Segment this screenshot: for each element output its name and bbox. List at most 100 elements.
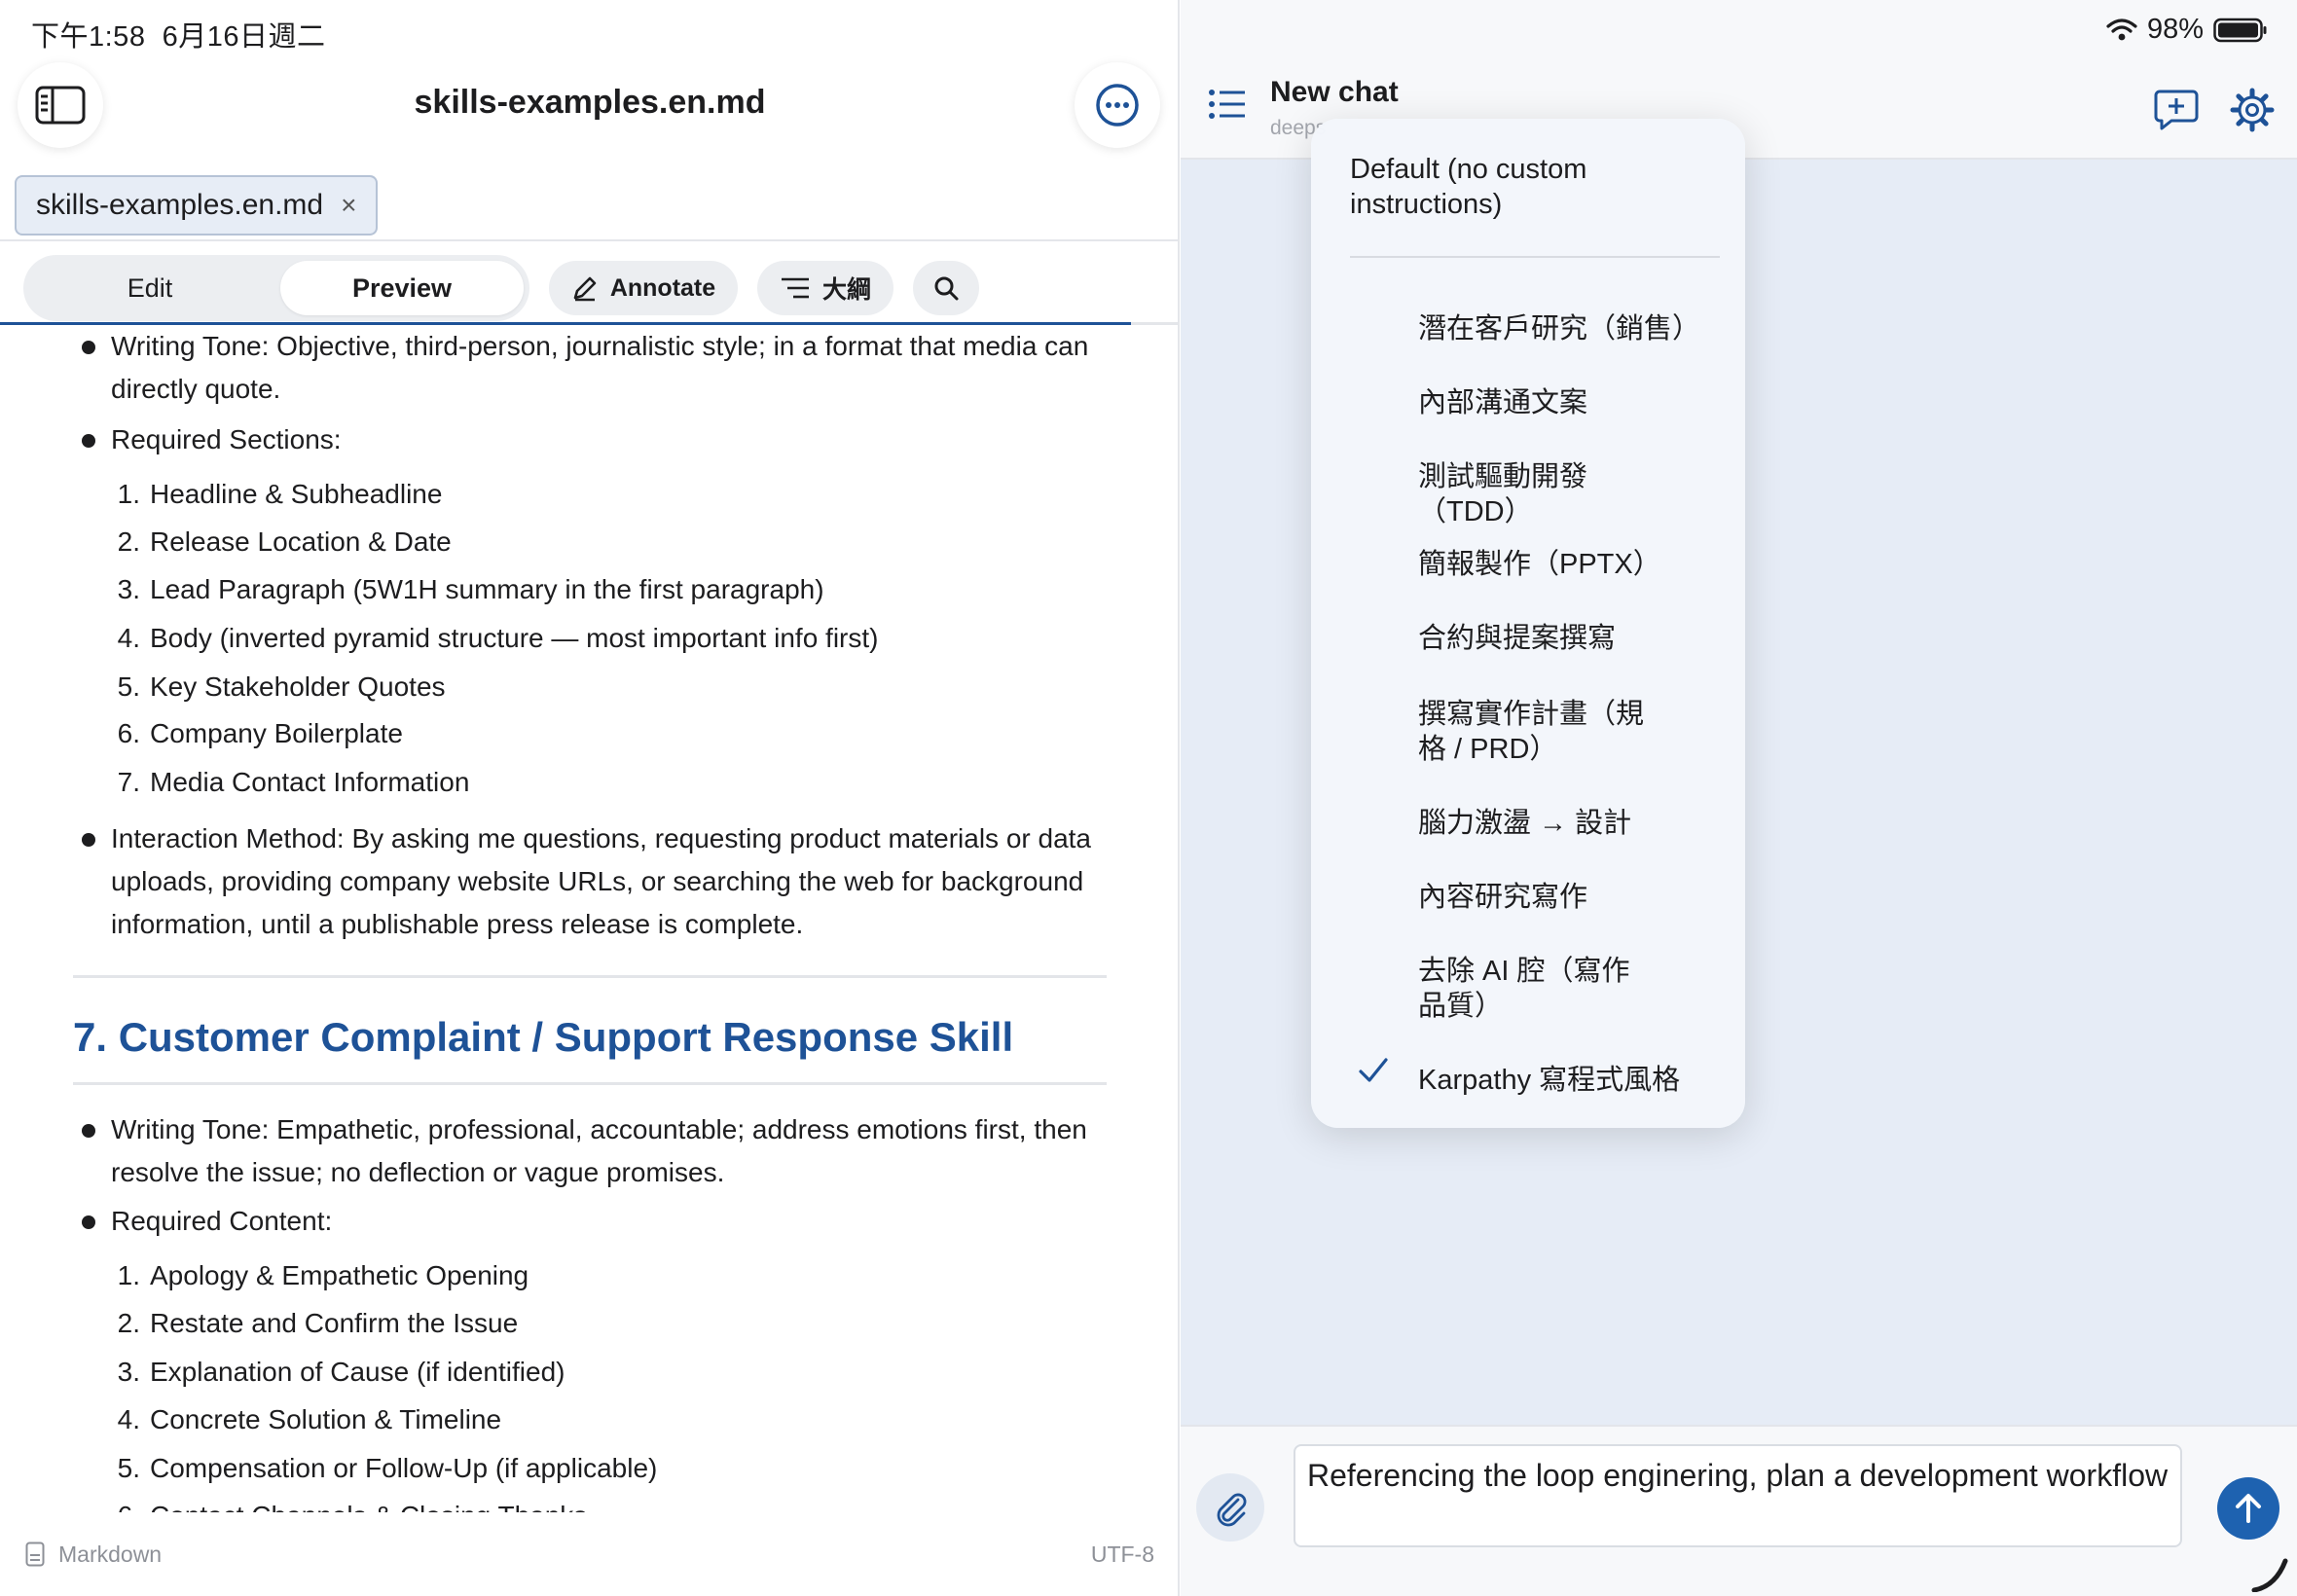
new-chat-button[interactable] (2154, 88, 2199, 137)
wifi-icon (2106, 18, 2137, 40)
list-item: Media Contact Information (150, 767, 470, 797)
menu-item[interactable]: 合約與提案撰寫 (1418, 621, 1710, 656)
language-label: Markdown (58, 1541, 163, 1567)
bullet (82, 341, 95, 354)
divider (73, 975, 1107, 978)
language-indicator: Markdown (25, 1542, 162, 1568)
status-time: 下午1:58 (31, 21, 146, 53)
menu-item[interactable]: 潛在客戶研究（銷售） (1418, 311, 1710, 346)
list-number: 4. (117, 623, 140, 653)
list-item: Restate and Confirm the Issue (150, 1308, 519, 1338)
content-label: Required Content: (111, 1206, 333, 1236)
list-number: 3. (117, 1357, 140, 1387)
menu-item[interactable]: 腦力激盪 → 設計 (1418, 806, 1710, 841)
status-date: 6月16日週二 (162, 21, 326, 53)
list-item: Apology & Empathetic Opening (150, 1260, 529, 1290)
battery-icon (2213, 18, 2267, 42)
search-button[interactable] (913, 261, 979, 315)
list-item: Lead Paragraph (5W1H summary in the firs… (150, 574, 824, 604)
section-heading: 7. Customer Complaint / Support Response… (73, 1014, 1014, 1060)
list-number: 3. (117, 574, 140, 604)
markdown-preview[interactable]: Writing Tone: Objective, third-person, j… (0, 325, 1180, 1512)
preview-mode-button[interactable]: Preview (280, 261, 524, 315)
file-tab-bar: skills-examples.en.md × (0, 167, 1180, 241)
list-item: Concrete Solution & Timeline (150, 1404, 502, 1434)
attach-button[interactable] (1196, 1473, 1264, 1542)
tone2-paragraph: Writing Tone: Empathetic, professional, … (111, 1114, 1087, 1187)
list-number: 1. (117, 479, 140, 509)
arrow-up-icon (2236, 1494, 2261, 1523)
menu-item[interactable]: 簡報製作（PPTX） (1418, 547, 1710, 582)
status-time-date: 下午1:58 6月16日週二 (31, 14, 325, 54)
menu-item[interactable]: 內容研究寫作 (1418, 880, 1710, 915)
encoding-label: UTF-8 (1090, 1541, 1154, 1567)
chat-title: New chat (1270, 76, 1399, 108)
list-item: Compensation or Follow-Up (if applicable… (150, 1453, 658, 1483)
checkmark-icon (1358, 1057, 1389, 1089)
menu-item[interactable]: 測試驅動開發（TDD） (1418, 459, 1603, 529)
chat-composer: Referencing the loop enginering, plan a … (1181, 1425, 2297, 1596)
gear-icon (2230, 88, 2275, 132)
list-item: Headline & Subheadline (150, 479, 443, 509)
file-tab-label: skills-examples.en.md (36, 189, 324, 221)
menu-separator (1350, 256, 1720, 258)
list-indent-icon (781, 277, 809, 299)
list-number: 5. (117, 1453, 140, 1483)
list-number: 2. (117, 1308, 140, 1338)
editor-footer: Markdown UTF-8 (0, 1512, 1180, 1596)
list-item: Body (inverted pyramid structure — most … (150, 623, 879, 653)
file-tab[interactable]: skills-examples.en.md × (15, 175, 379, 236)
bullet (82, 434, 95, 448)
settings-button[interactable] (2230, 88, 2275, 137)
list-number: 4. (117, 1404, 140, 1434)
send-button[interactable] (2217, 1477, 2279, 1540)
list-item: Company Boilerplate (150, 718, 403, 748)
list-icon (1209, 90, 1245, 119)
more-options-button[interactable] (1075, 62, 1160, 148)
chat-list-button[interactable] (1208, 88, 1247, 126)
bullet (82, 1124, 95, 1138)
menu-item-default[interactable]: Default (no custom instructions) (1350, 152, 1720, 222)
pencil-icon (573, 276, 597, 302)
list-number: 6. (117, 718, 140, 748)
menu-item[interactable]: 去除 AI 腔（寫作品質） (1418, 954, 1642, 1024)
sections-label: Required Sections: (111, 424, 342, 454)
outline-label: 大綱 (821, 276, 871, 304)
close-tab-icon[interactable]: × (341, 190, 356, 221)
resize-handle-icon[interactable] (2250, 1557, 2289, 1592)
menu-item[interactable]: 內部溝通文案 (1418, 385, 1710, 420)
list-number: 5. (117, 671, 140, 702)
annotate-label: Annotate (609, 273, 716, 302)
list-number: 1. (117, 1260, 140, 1290)
list-number: 6. (111, 1495, 140, 1512)
editor-toolbar: Edit Preview Annotate 大綱 (0, 251, 1180, 325)
custom-instructions-menu: Default (no custom instructions) 潛在客戶研究（… (1311, 119, 1745, 1128)
outline-button[interactable]: 大綱 (757, 261, 893, 315)
paperclip-icon (1217, 1493, 1247, 1527)
mode-segmented-control: Edit Preview (23, 255, 529, 321)
editor-pane: 下午1:58 6月16日週二 skills-examples.en.md ski… (0, 0, 1180, 1596)
list-number: 2. (117, 526, 140, 557)
list-item: Release Location & Date (150, 526, 452, 557)
menu-item-selected[interactable]: Karpathy 寫程式風格 (1418, 1063, 1730, 1098)
search-icon (934, 276, 959, 301)
list-item: Key Stakeholder Quotes (150, 671, 446, 702)
bullet (82, 833, 95, 847)
list-item: Contact Channels & Closing Thanks (150, 1495, 587, 1512)
document-icon (25, 1542, 45, 1567)
document-title: skills-examples.en.md (414, 84, 766, 121)
edit-mode-button[interactable]: Edit (23, 255, 276, 321)
divider (73, 1082, 1107, 1085)
battery-percent: 98% (2146, 14, 2204, 45)
list-number: 7. (117, 767, 140, 797)
new-chat-icon (2154, 90, 2199, 130)
message-input[interactable]: Referencing the loop enginering, plan a … (1294, 1444, 2182, 1547)
menu-item[interactable]: 撰寫實作計畫（規格 / PRD） (1418, 697, 1661, 767)
bullet (82, 1215, 95, 1229)
interaction-paragraph: Interaction Method: By asking me questio… (111, 823, 1091, 939)
list-item: Explanation of Cause (if identified) (150, 1357, 565, 1387)
ellipsis-circle-icon (1096, 84, 1139, 127)
tone-paragraph: Writing Tone: Objective, third-person, j… (111, 331, 1089, 404)
status-indicators: 98% (2106, 14, 2268, 46)
annotate-button[interactable]: Annotate (549, 261, 738, 315)
